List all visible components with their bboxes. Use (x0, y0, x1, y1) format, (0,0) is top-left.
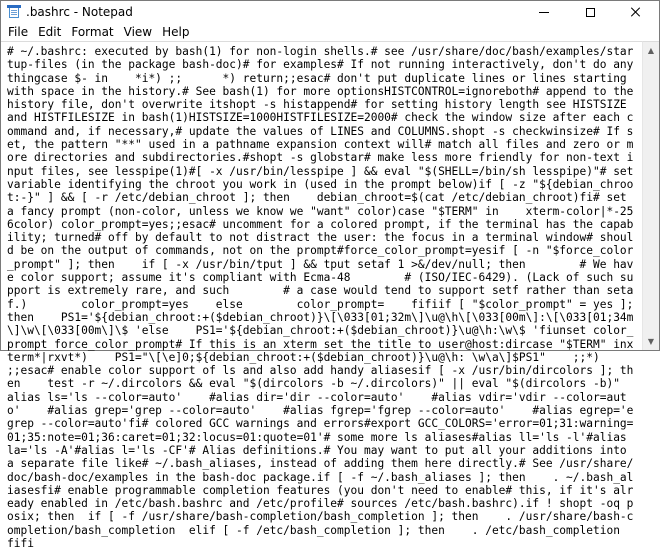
menu-file[interactable]: File (3, 23, 33, 41)
vertical-scrollbar[interactable]: ▲ ▼ (642, 41, 659, 350)
close-button[interactable] (613, 1, 659, 23)
title-bar[interactable]: .bashrc - Notepad (1, 1, 659, 23)
menu-help[interactable]: Help (157, 23, 194, 41)
notepad-window: .bashrc - Notepad File Edit Format View … (0, 0, 660, 550)
close-icon (631, 7, 641, 17)
maximize-button[interactable] (567, 1, 613, 23)
scroll-up-icon[interactable]: ▲ (643, 42, 659, 59)
menu-format[interactable]: Format (66, 23, 118, 41)
maximize-icon (585, 7, 595, 17)
minimize-button[interactable] (521, 1, 567, 23)
menu-edit[interactable]: Edit (33, 23, 66, 41)
text-editor[interactable]: # ~/.bashrc: executed by bash(1) for non… (1, 41, 642, 550)
menu-bar: File Edit Format View Help (1, 23, 659, 41)
window-title: .bashrc - Notepad (26, 5, 133, 19)
notepad-icon (7, 5, 21, 19)
menu-view[interactable]: View (119, 23, 157, 41)
scroll-down-icon[interactable]: ▼ (643, 333, 659, 350)
minimize-icon (539, 11, 549, 13)
editor-text[interactable]: # ~/.bashrc: executed by bash(1) for non… (1, 42, 642, 550)
